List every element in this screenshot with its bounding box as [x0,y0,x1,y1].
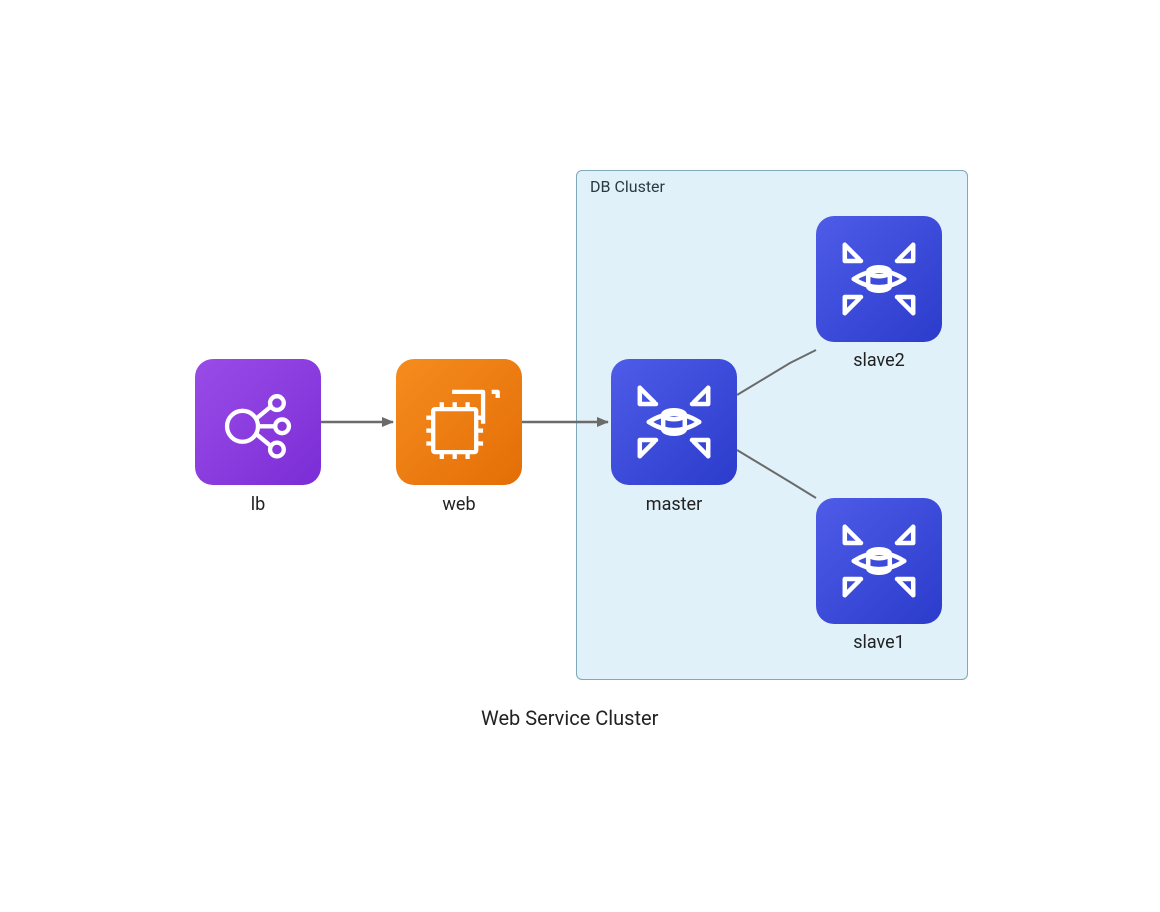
diagram-title: Web Service Cluster [481,706,658,730]
load-balancer-icon [215,379,301,465]
db-cluster-label: DB Cluster [590,177,665,196]
node-web [396,359,522,485]
auto-scaling-db-icon [629,377,719,467]
auto-scaling-db-icon [834,234,924,324]
node-web-label: web [359,494,559,515]
node-slave2 [816,216,942,342]
compute-icon [416,379,502,465]
node-lb [195,359,321,485]
node-lb-label: lb [158,494,358,515]
node-master-label: master [574,494,774,515]
node-slave1 [816,498,942,624]
node-slave1-label: slave1 [779,632,979,653]
node-master [611,359,737,485]
auto-scaling-db-icon [834,516,924,606]
node-slave2-label: slave2 [779,350,979,371]
